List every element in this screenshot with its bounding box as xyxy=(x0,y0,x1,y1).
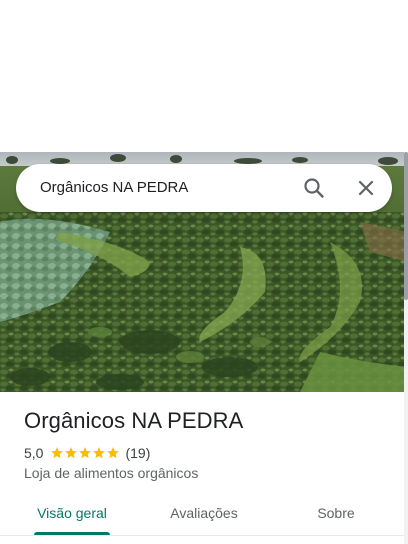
tab-reviews[interactable]: Avaliações xyxy=(158,496,250,534)
place-category[interactable]: Loja de alimentos orgânicos xyxy=(24,465,198,481)
blank-top-area xyxy=(0,0,408,152)
star-icon xyxy=(51,447,64,459)
star-icon xyxy=(93,447,106,459)
tab-about[interactable]: Sobre xyxy=(304,496,368,534)
search-box[interactable]: Orgânicos NA PEDRA xyxy=(16,164,392,212)
scrollbar-thumb[interactable] xyxy=(404,152,408,300)
close-icon[interactable] xyxy=(354,176,378,200)
place-tabs: Visão geral Avaliações Sobre xyxy=(0,496,404,544)
star-rating xyxy=(50,446,120,460)
tab-overview[interactable]: Visão geral xyxy=(32,496,112,534)
search-input[interactable]: Orgânicos NA PEDRA xyxy=(40,164,188,212)
rating-value: 5,0 xyxy=(24,445,44,461)
place-title: Orgânicos NA PEDRA xyxy=(24,408,244,433)
search-icon[interactable] xyxy=(302,176,326,200)
star-icon xyxy=(65,447,78,459)
tabs-divider xyxy=(0,535,404,536)
review-count[interactable]: (19) xyxy=(125,445,150,461)
rating-row[interactable]: 5,0 (19) xyxy=(24,444,150,462)
star-icon xyxy=(107,447,120,459)
star-icon xyxy=(79,447,92,459)
